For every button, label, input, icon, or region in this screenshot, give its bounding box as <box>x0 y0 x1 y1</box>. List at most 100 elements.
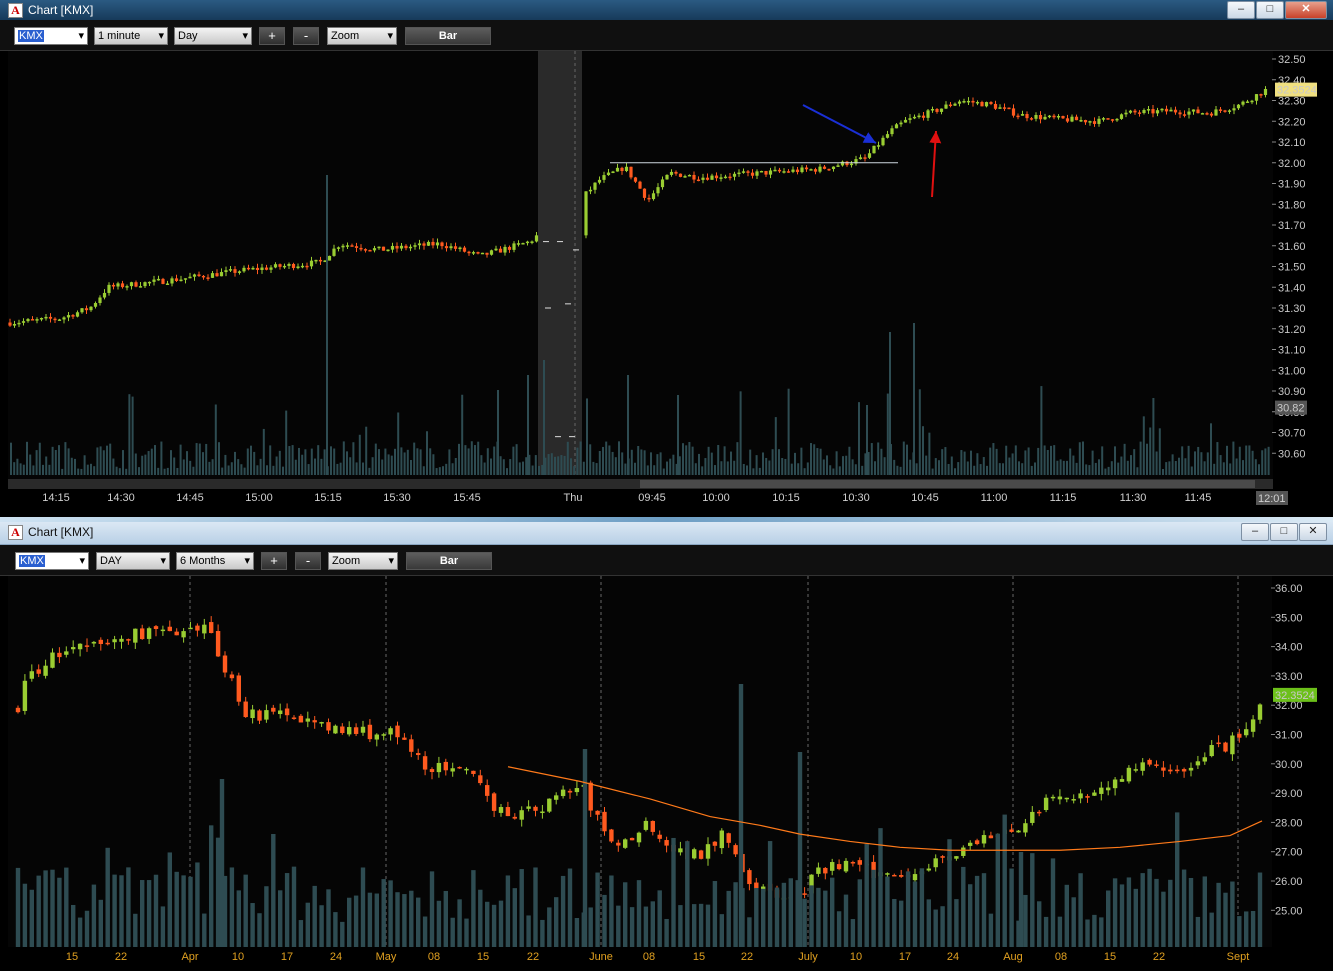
current-time-label: 12:01 <box>1258 493 1286 505</box>
price-candle <box>857 860 862 865</box>
minimize-button[interactable]: – <box>1227 1 1255 19</box>
volume-bar <box>381 459 384 475</box>
price-candle <box>219 272 224 277</box>
minimize-button[interactable]: – <box>1241 523 1269 541</box>
price-candle <box>201 275 206 278</box>
volume-bar <box>118 468 121 475</box>
title-bar[interactable]: A Chart [KMX] – □ ✕ <box>0 522 1333 545</box>
price-candle <box>836 165 840 167</box>
price-candle <box>57 652 62 658</box>
volume-bar <box>1098 459 1100 475</box>
volume-bar <box>388 880 393 947</box>
range-select[interactable]: Day <box>174 27 252 45</box>
price-candle <box>386 249 390 252</box>
volume-bar <box>717 444 720 475</box>
price-candle <box>480 252 485 255</box>
volume-bar <box>634 462 636 475</box>
zoom-out-button[interactable]: - <box>293 27 319 45</box>
close-button[interactable]: ✕ <box>1299 523 1327 541</box>
price-candle <box>782 171 786 173</box>
volume-bar <box>1056 460 1059 475</box>
interval-select[interactable]: DAY <box>96 552 170 570</box>
volume-bar <box>1140 873 1145 947</box>
price-candle <box>381 246 386 251</box>
volume-bar <box>182 459 185 475</box>
volume-bar <box>1072 455 1075 475</box>
volume-bar <box>133 913 138 947</box>
zoom-out-button[interactable]: - <box>295 552 321 570</box>
price-candle <box>1214 109 1218 116</box>
volume-bar <box>730 451 732 475</box>
maximize-button[interactable]: □ <box>1256 1 1284 19</box>
zoom-in-button[interactable]: + <box>259 27 285 45</box>
price-axis-label: 31.90 <box>1278 179 1306 191</box>
range-select[interactable]: 6 Months <box>176 552 254 570</box>
maximize-button[interactable]: □ <box>1270 523 1298 541</box>
price-candle <box>264 710 269 720</box>
price-candle <box>747 870 752 885</box>
volume-bar <box>442 466 444 475</box>
volume-bar <box>323 449 326 475</box>
volume-bar <box>333 912 338 947</box>
volume-bar <box>685 445 688 475</box>
price-candle <box>84 645 90 647</box>
volume-bar <box>470 441 473 475</box>
time-axis-label: 14:15 <box>42 492 70 504</box>
volume-bar <box>758 467 761 475</box>
volume-bar <box>525 457 528 475</box>
price-candle <box>616 842 621 846</box>
volume-bar <box>906 444 908 475</box>
price-candle <box>340 726 345 734</box>
symbol-input[interactable]: KMX <box>14 27 88 45</box>
price-candle <box>971 100 975 103</box>
price-candle <box>485 785 490 796</box>
price-candle <box>876 145 881 147</box>
volume-bar <box>1021 463 1024 475</box>
close-button[interactable]: ✕ <box>1285 1 1327 19</box>
price-candle <box>831 166 836 170</box>
price-candle <box>611 171 615 174</box>
chart-style-button[interactable]: Bar <box>406 552 492 570</box>
volume-bar <box>154 445 156 475</box>
volume-bar <box>960 450 963 475</box>
price-candle <box>282 265 287 268</box>
price-candle <box>1092 792 1097 796</box>
intraday-price-chart[interactable]: 32.5032.4032.3032.2032.1032.0031.9031.80… <box>0 51 1333 517</box>
scrollbar-thumb[interactable] <box>640 480 1255 488</box>
volume-bar <box>1050 445 1052 475</box>
price-candle <box>584 191 588 236</box>
daily-price-chart[interactable]: 36.00 35.00 34.00 33.00 32.00 31.00 30.00 29.00… <box>0 576 1333 971</box>
volume-bar <box>278 890 283 947</box>
chart-style-button[interactable]: Bar <box>405 27 491 45</box>
zoom-select[interactable]: Zoom <box>327 27 397 45</box>
zoom-in-button[interactable]: + <box>261 552 287 570</box>
volume-bar <box>1210 423 1212 475</box>
volume-bar <box>64 442 67 475</box>
volume-bar <box>1216 882 1221 947</box>
interval-select[interactable]: 1 minute <box>94 27 168 45</box>
volume-bar <box>754 887 759 947</box>
price-candle <box>222 655 228 673</box>
volume-spike <box>627 375 629 475</box>
symbol-input[interactable]: KMX <box>15 552 89 570</box>
title-bar[interactable]: A Chart [KMX] – □ ✕ <box>0 0 1333 21</box>
volume-bar <box>443 890 448 947</box>
date-axis-label: 15 <box>66 951 78 963</box>
volume-bar <box>509 459 512 475</box>
price-candle <box>1259 94 1263 96</box>
volume-bar <box>816 448 819 475</box>
volume-bar <box>1066 460 1068 475</box>
zoom-select[interactable]: Zoom <box>328 552 398 570</box>
price-candle <box>453 246 458 249</box>
price-candle <box>954 856 959 859</box>
price-axis-label: 31.00 <box>1278 365 1306 377</box>
price-candle <box>43 665 48 676</box>
volume-bar <box>710 452 713 475</box>
volume-bar <box>22 464 25 475</box>
volume-bar <box>58 445 60 475</box>
price-candle <box>1223 742 1228 752</box>
price-candle <box>269 267 273 270</box>
price-candle <box>804 167 809 170</box>
price-candle <box>93 303 98 307</box>
price-candle <box>764 170 768 175</box>
